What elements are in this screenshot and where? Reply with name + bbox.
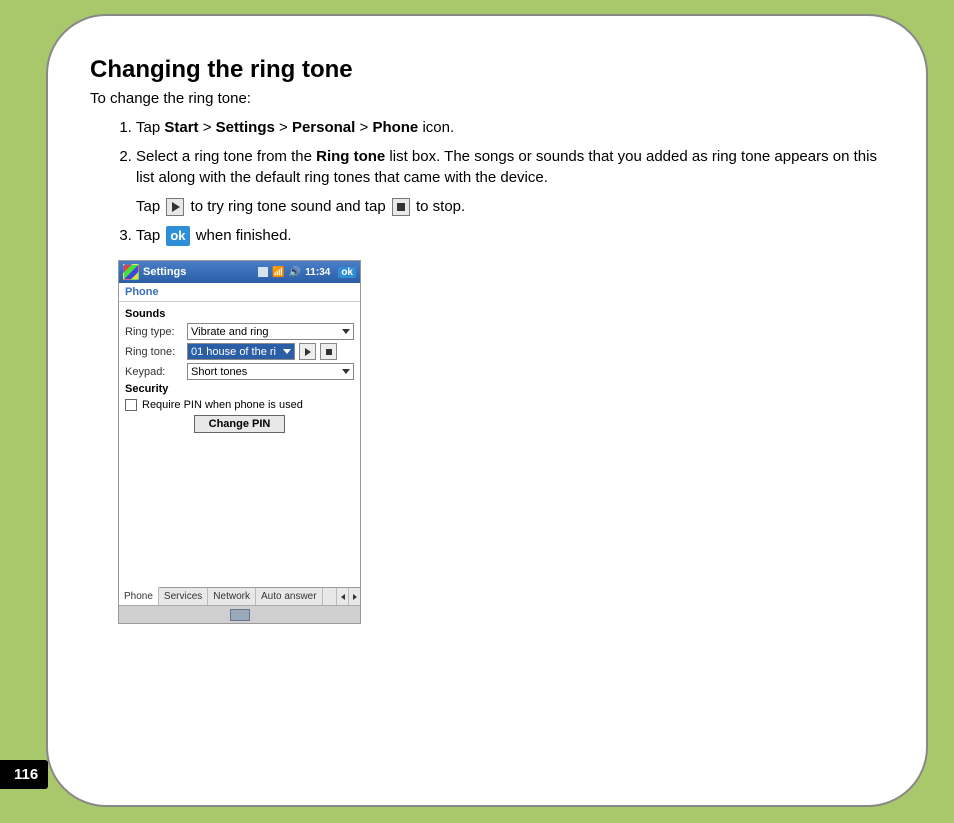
keyboard-icon[interactable] — [230, 609, 250, 621]
device-screenshot: Settings 📶 🔊 11:34 ok Phone Sounds Ring … — [118, 260, 361, 624]
bold-start: Start — [164, 119, 198, 136]
keypad-value: Short tones — [191, 366, 247, 378]
device-body: Sounds Ring type: Vibrate and ring Ring … — [119, 302, 360, 587]
device-subheader: Phone — [119, 283, 360, 302]
ring-tone-row: Ring tone: 01 house of the ri — [125, 343, 354, 360]
stop-button[interactable] — [320, 343, 337, 360]
sep: > — [275, 119, 292, 136]
stop-icon — [392, 198, 410, 216]
sep: > — [355, 119, 372, 136]
speaker-icon: 🔊 — [289, 267, 301, 278]
scroll-right-button[interactable] — [348, 588, 360, 605]
chevron-down-icon — [342, 329, 350, 334]
titlebar-title: Settings — [143, 266, 258, 278]
bold-settings: Settings — [216, 119, 275, 136]
tab-scroll — [336, 588, 360, 605]
sep: > — [199, 119, 216, 136]
ring-type-value: Vibrate and ring — [191, 326, 268, 338]
device-titlebar: Settings 📶 🔊 11:34 ok — [119, 261, 360, 283]
tab-services[interactable]: Services — [159, 588, 208, 605]
clock-text: 11:34 — [305, 267, 330, 278]
ring-tone-value: 01 house of the ri — [191, 346, 276, 358]
ring-tone-label: Ring tone: — [125, 346, 183, 358]
scroll-left-button[interactable] — [336, 588, 348, 605]
text: to try ring tone sound and tap — [186, 198, 389, 215]
intro-text: To change the ring tone: — [90, 90, 886, 107]
text: when finished. — [192, 227, 292, 244]
page-number: 116 — [0, 760, 48, 789]
start-flag-icon[interactable] — [123, 264, 139, 280]
keypad-row: Keypad: Short tones — [125, 363, 354, 380]
keypad-combo[interactable]: Short tones — [187, 363, 354, 380]
step-2: Select a ring tone from the Ring tone li… — [136, 146, 886, 217]
text: Select a ring tone from the — [136, 148, 316, 165]
bold-phone: Phone — [372, 119, 418, 136]
text: to stop. — [412, 198, 465, 215]
text: Tap — [136, 119, 164, 136]
require-pin-checkbox[interactable] — [125, 399, 137, 411]
status-icon — [258, 267, 268, 277]
tab-network[interactable]: Network — [208, 588, 256, 605]
manual-page: Changing the ring tone To change the rin… — [46, 14, 928, 807]
device-bottombar — [119, 605, 360, 623]
text: Tap — [136, 227, 164, 244]
chevron-down-icon — [283, 349, 291, 354]
sounds-section-label: Sounds — [125, 308, 354, 320]
ring-type-label: Ring type: — [125, 326, 183, 338]
step-1: Tap Start > Settings > Personal > Phone … — [136, 117, 886, 138]
text: Tap — [136, 198, 164, 215]
chevron-down-icon — [342, 369, 350, 374]
ring-type-row: Ring type: Vibrate and ring — [125, 323, 354, 340]
ok-button[interactable]: ok — [338, 267, 356, 278]
step-3: Tap ok when finished. — [136, 225, 886, 246]
change-pin-button[interactable]: Change PIN — [194, 415, 286, 433]
tab-phone[interactable]: Phone — [119, 587, 159, 605]
require-pin-label: Require PIN when phone is used — [142, 399, 303, 411]
play-button[interactable] — [299, 343, 316, 360]
steps-list: Tap Start > Settings > Personal > Phone … — [90, 117, 886, 246]
security-section-label: Security — [125, 383, 354, 395]
ring-tone-combo[interactable]: 01 house of the ri — [187, 343, 295, 360]
step-2-sub: Tap to try ring tone sound and tap to st… — [136, 196, 886, 217]
signal-icon: 📶 — [272, 267, 284, 278]
device-tabs: Phone Services Network Auto answer — [119, 587, 360, 605]
spacer — [125, 439, 354, 587]
require-pin-row: Require PIN when phone is used — [125, 399, 354, 411]
keypad-label: Keypad: — [125, 366, 183, 378]
text: icon. — [418, 119, 454, 136]
ring-type-combo[interactable]: Vibrate and ring — [187, 323, 354, 340]
bold-ringtone: Ring tone — [316, 148, 385, 165]
play-icon — [166, 198, 184, 216]
ok-icon: ok — [166, 226, 189, 246]
status-area: 📶 🔊 11:34 ok — [258, 267, 356, 278]
bold-personal: Personal — [292, 119, 355, 136]
tab-auto-answer[interactable]: Auto answer — [256, 588, 323, 605]
page-title: Changing the ring tone — [90, 56, 886, 84]
